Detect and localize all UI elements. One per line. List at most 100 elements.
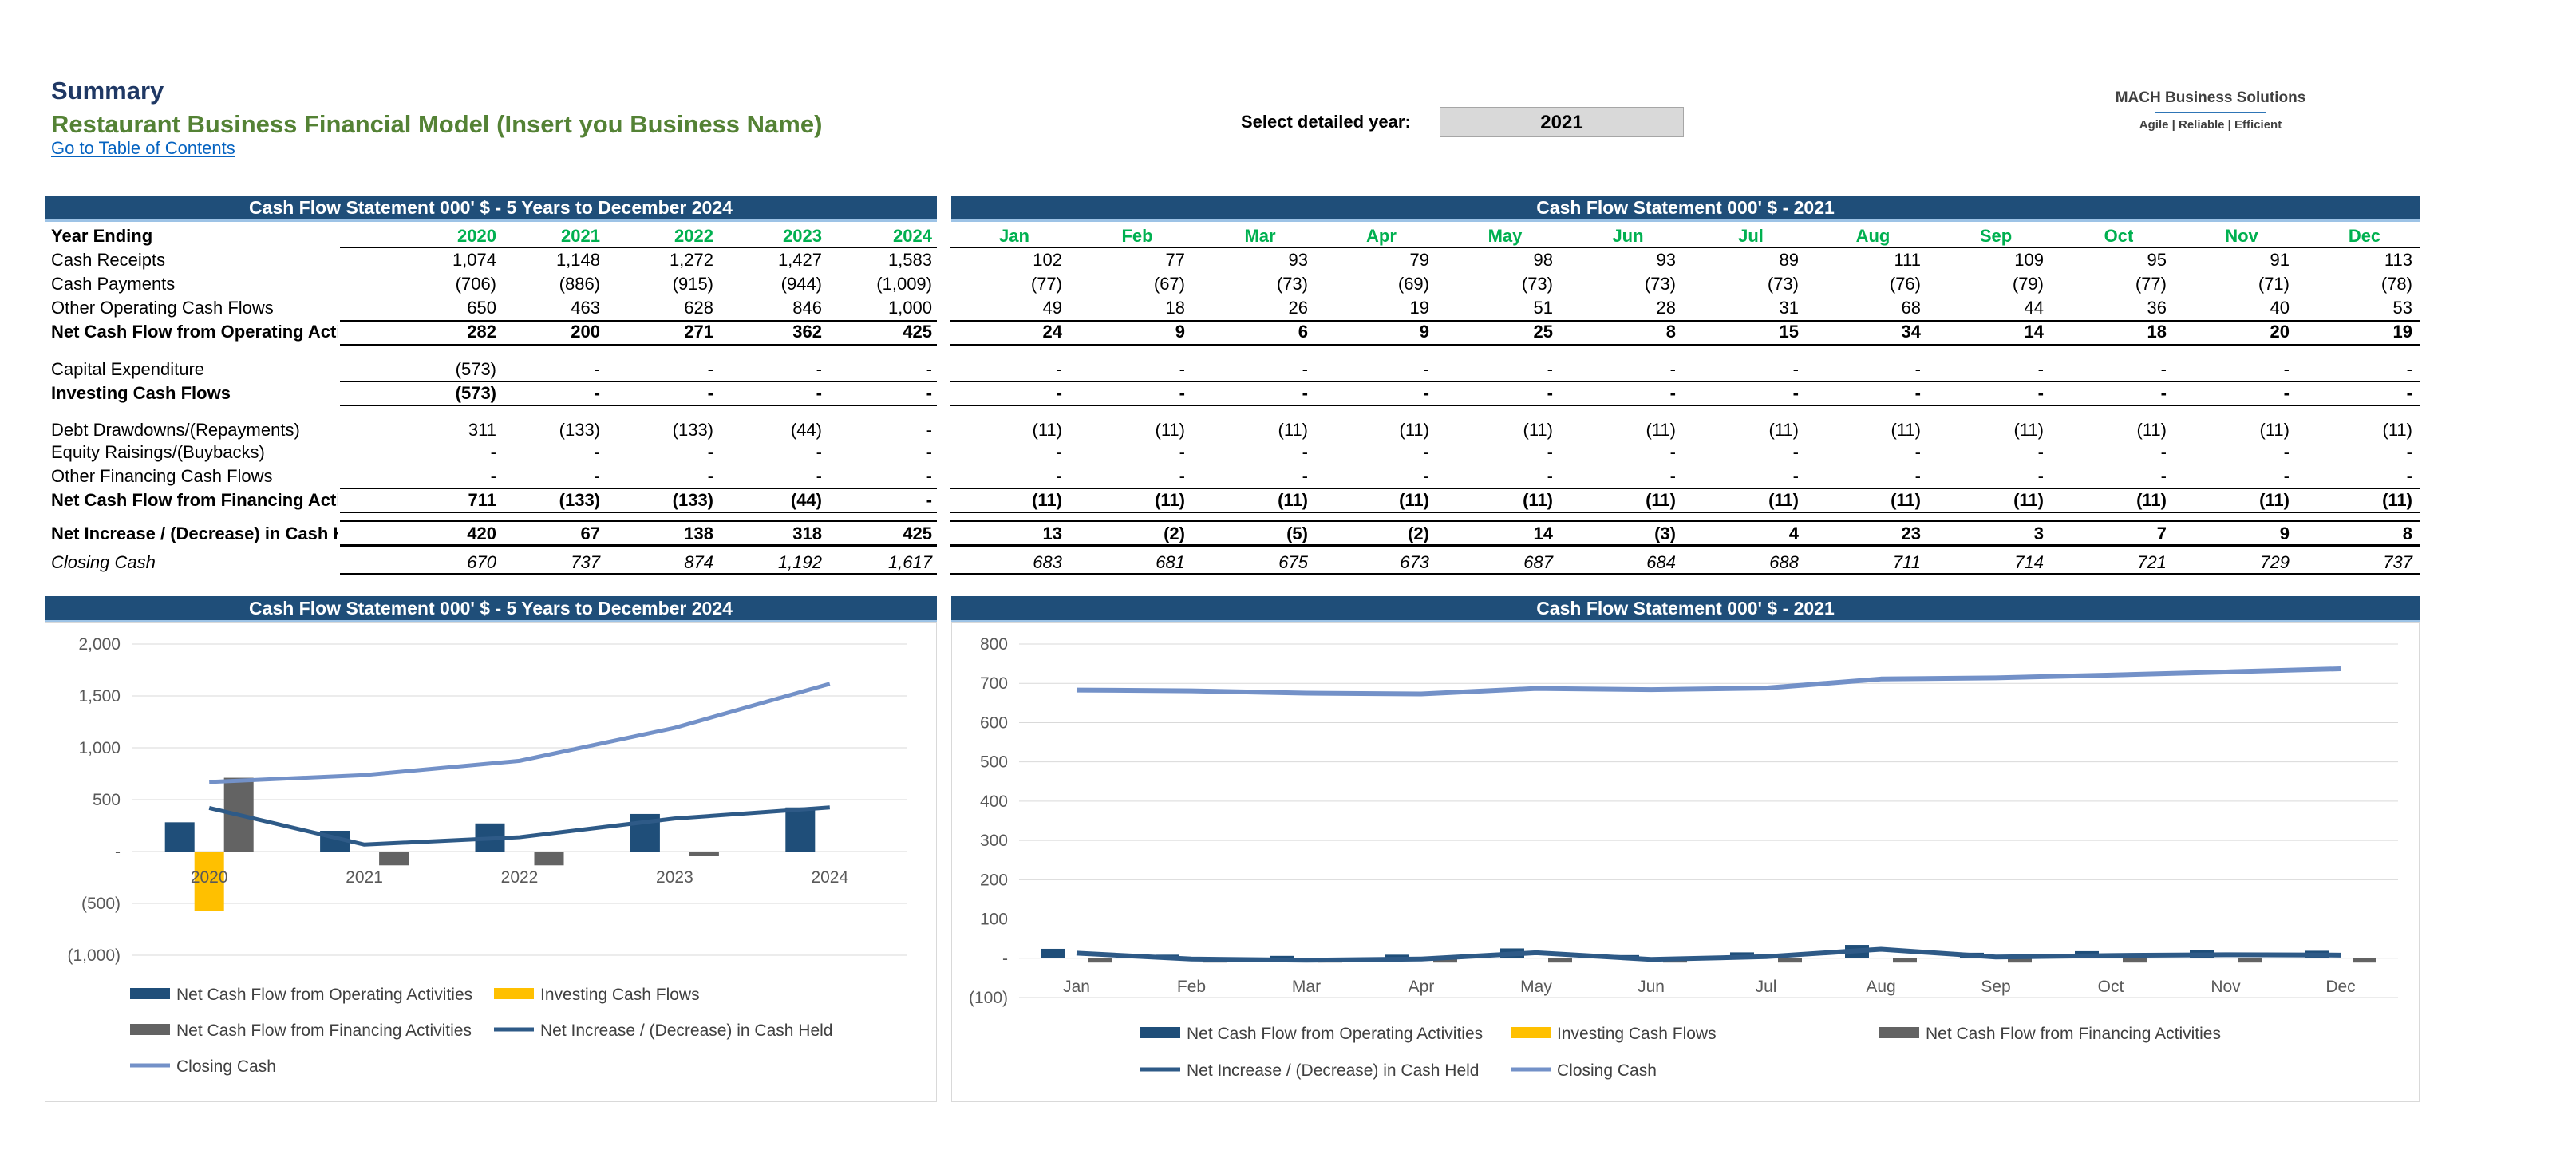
monthly-cell: - <box>2283 383 2290 403</box>
legend-swatch <box>130 1024 170 1035</box>
monthly-cell: (69) <box>1397 274 1429 294</box>
monthly-cell: - <box>1914 442 1921 462</box>
annual-cell: 200 <box>571 322 600 342</box>
annual-cell: 282 <box>467 322 496 342</box>
monthly-cell: (73) <box>1521 274 1553 294</box>
table-of-contents-link[interactable]: Go to Table of Contents <box>51 138 235 159</box>
legend-label: Closing Cash <box>1557 1061 1657 1080</box>
row-label-equity-raisings-buybacks: Equity Raisings/(Buybacks) <box>51 442 265 462</box>
monthly-cell: - <box>1056 383 1062 403</box>
monthly-cell: - <box>1302 466 1308 486</box>
monthly-cell: 34 <box>1901 322 1921 342</box>
x-tick-label: 2022 <box>501 868 539 887</box>
series-line <box>209 682 831 784</box>
monthly-cell: - <box>1302 442 1308 462</box>
annual-chart-panel: (1,000) (500) - 500 1,000 1,500 2,000 2020 2021 2… <box>45 622 937 1102</box>
annual-cell: 1,272 <box>669 250 713 270</box>
monthly-cell: 40 <box>2270 298 2290 318</box>
monthly-cell: (11) <box>1032 420 1063 440</box>
annual-cell: - <box>707 359 713 379</box>
monthly-cell: 9 <box>1419 322 1429 342</box>
annual-cell: 1,148 <box>555 250 600 270</box>
year-select[interactable]: 2021 <box>1440 107 1684 137</box>
row-label-other-financing-cash-flows: Other Financing Cash Flows <box>51 466 273 486</box>
row-label-investing-cash-flows: Investing Cash Flows <box>51 383 231 403</box>
monthly-cell: 77 <box>1165 250 1185 270</box>
x-tick-label: Nov <box>2211 978 2241 996</box>
total-rule <box>950 381 2420 382</box>
monthly-cell: (11) <box>2136 490 2167 510</box>
month-col-header-2: Mar <box>1244 226 1276 246</box>
monthly-cell: 673 <box>1400 552 1429 572</box>
y-tick-label: 2,000 <box>78 635 121 654</box>
legend-label: Net Cash Flow from Financing Activities <box>176 1022 472 1040</box>
monthly-cell: 737 <box>2383 552 2412 572</box>
monthly-cell: - <box>1179 466 1185 486</box>
total-rule <box>340 344 937 346</box>
monthly-cell: (11) <box>2259 490 2290 510</box>
bar <box>534 852 564 866</box>
total-rule <box>340 381 937 382</box>
monthly-cell: - <box>2406 383 2412 403</box>
monthly-cell: 13 <box>1042 524 1062 543</box>
annual-cell: - <box>490 466 496 486</box>
monthly-cell: - <box>1547 359 1553 379</box>
monthly-cell: 49 <box>1042 298 1062 318</box>
monthly-cell: 18 <box>2147 322 2167 342</box>
annual-cell: (133) <box>672 420 713 440</box>
annual-cell: - <box>594 442 600 462</box>
total-rule <box>340 405 937 406</box>
monthly-cell: 14 <box>2024 322 2044 342</box>
legend-swatch <box>130 988 170 999</box>
monthly-cell: 95 <box>2147 250 2167 270</box>
monthly-cell: - <box>2406 466 2412 486</box>
monthly-cell: - <box>1179 442 1185 462</box>
row-label-debt-drawdowns-repayments: Debt Drawdowns/(Repayments) <box>51 420 300 440</box>
monthly-cell: 681 <box>1156 552 1185 572</box>
header-underline <box>340 247 937 248</box>
monthly-cell: - <box>2406 442 2412 462</box>
total-rule <box>950 546 2420 547</box>
monthly-cell: - <box>2160 383 2167 403</box>
row-label-net-cash-flow-from-financing-activities: Net Cash Flow from Financing Activities <box>51 490 338 510</box>
monthly-cell: (11) <box>1399 490 1429 510</box>
x-tick-label: Mar <box>1292 978 1321 996</box>
bar <box>2238 958 2262 963</box>
x-tick-label: Apr <box>1409 978 1435 996</box>
legend-label: Net Increase / (Decrease) in Cash Held <box>540 1022 833 1040</box>
monthly-cash-flow-chart: (100) - 100 200 300 400 500 600 700 800 Jan Feb Mar A… <box>969 635 2398 1080</box>
x-tick-label: Oct <box>2098 978 2124 996</box>
x-tick-label: 2021 <box>346 868 383 887</box>
closing-rule <box>950 573 2420 575</box>
monthly-cell: 14 <box>1533 524 1553 543</box>
model-title: Restaurant Business Financial Model (Ins… <box>51 110 823 138</box>
monthly-cell: 113 <box>2384 250 2412 270</box>
annual-cell: - <box>926 490 932 510</box>
annual-col-header-3: 2023 <box>783 226 822 246</box>
annual-cell: 1,000 <box>887 298 932 318</box>
monthly-cell: (11) <box>1646 490 1676 510</box>
annual-cell: 271 <box>684 322 713 342</box>
header-underline <box>950 247 2420 248</box>
monthly-cell: 687 <box>1523 552 1553 572</box>
legend-label: Closing Cash <box>176 1057 276 1076</box>
monthly-cell: - <box>1302 383 1308 403</box>
monthly-cell: - <box>1179 359 1185 379</box>
legend-swatch <box>1511 1027 1551 1038</box>
bar <box>2353 958 2376 963</box>
monthly-cell: - <box>1056 466 1062 486</box>
monthly-cell: (11) <box>2013 420 2045 440</box>
annual-cell: 1,192 <box>777 552 822 572</box>
monthly-cell: - <box>2283 359 2290 379</box>
monthly-cell: 721 <box>2137 552 2167 572</box>
logo-name: MACH Business Solutions <box>2115 89 2306 106</box>
annual-cell: - <box>594 359 600 379</box>
monthly-cell: 683 <box>1033 552 1062 572</box>
monthly-cell: 93 <box>1288 250 1308 270</box>
monthly-cell: 711 <box>1892 552 1921 572</box>
monthly-cell: - <box>1547 466 1553 486</box>
monthly-cell: - <box>1423 442 1429 462</box>
annual-cell: 628 <box>684 298 713 318</box>
annual-cell: 711 <box>468 490 497 510</box>
annual-chart-banner: Cash Flow Statement 000' $ - 5 Years to … <box>45 596 937 622</box>
